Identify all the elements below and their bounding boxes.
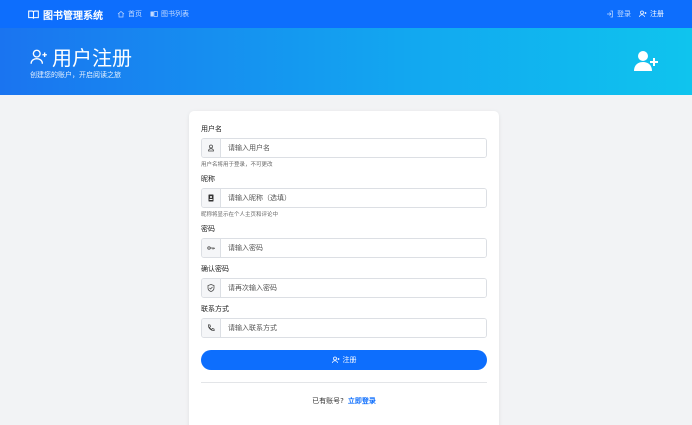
nickname-input-group <box>201 188 487 208</box>
confirm-password-label: 确认密码 <box>201 265 229 273</box>
shield-check-icon <box>207 284 215 292</box>
register-button-label: 注册 <box>342 356 357 364</box>
person-add-icon <box>30 49 47 64</box>
list-icon <box>150 11 158 17</box>
nav-register-label: 注册 <box>650 10 664 18</box>
have-account-text: 已有账号? <box>312 397 344 405</box>
nav-login-link[interactable]: 登录 <box>606 9 631 19</box>
contact-label: 联系方式 <box>201 305 229 313</box>
page-title-text: 用户注册 <box>52 46 132 70</box>
person-add-icon <box>331 356 339 364</box>
register-button[interactable]: 注册 <box>201 350 487 370</box>
nickname-label: 昵称 <box>201 175 215 183</box>
register-card: 用户名 用户名将用于登录，不可更改 昵称 昵称将显示在个人主页和评论中 密码 <box>189 111 499 425</box>
brand[interactable]: 图书管理系统 <box>28 7 103 22</box>
phone-icon <box>208 324 215 331</box>
top-navbar: 图书管理系统 首页 图书列表 登录 注册 <box>0 0 692 28</box>
username-label: 用户名 <box>201 125 222 133</box>
shield-icon-addon <box>202 279 221 297</box>
contact-input[interactable] <box>221 319 486 337</box>
confirm-password-input[interactable] <box>221 279 486 297</box>
page-header: 用户注册 创建您的账户，开启阅读之旅 <box>0 28 692 95</box>
contact-field: 联系方式 <box>201 304 487 338</box>
key-icon <box>207 246 215 250</box>
username-field: 用户名 用户名将用于登录，不可更改 <box>201 124 487 168</box>
brand-name: 图书管理系统 <box>43 10 103 22</box>
id-badge-icon <box>208 194 214 202</box>
nav-home-link[interactable]: 首页 <box>117 9 142 19</box>
nickname-hint: 昵称将显示在个人主页和评论中 <box>201 212 279 218</box>
username-hint: 用户名将用于登录，不可更改 <box>201 162 273 168</box>
page-title: 用户注册 <box>30 42 132 71</box>
password-input[interactable] <box>221 239 486 257</box>
divider <box>201 382 487 383</box>
username-input[interactable] <box>221 139 486 157</box>
confirm-password-input-group <box>201 278 487 298</box>
book-icon <box>28 10 39 19</box>
contact-input-group <box>201 318 487 338</box>
page-subtitle: 创建您的账户，开启阅读之旅 <box>30 71 121 79</box>
nav-home-label: 首页 <box>128 10 142 18</box>
nav-login-label: 登录 <box>617 10 631 18</box>
key-icon-addon <box>202 239 221 257</box>
nav-booklist-link[interactable]: 图书列表 <box>150 9 189 19</box>
phone-icon-addon <box>202 319 221 337</box>
nickname-input[interactable] <box>221 189 486 207</box>
nav-register-link[interactable]: 注册 <box>639 9 664 19</box>
login-icon <box>607 10 613 18</box>
confirm-password-field: 确认密码 <box>201 264 487 298</box>
username-input-group <box>201 138 487 158</box>
password-input-group <box>201 238 487 258</box>
nickname-field: 昵称 昵称将显示在个人主页和评论中 <box>201 174 487 218</box>
person-add-icon <box>639 10 647 18</box>
user-icon <box>208 144 214 152</box>
user-icon-addon <box>202 139 221 157</box>
id-card-icon-addon <box>202 189 221 207</box>
person-add-icon <box>634 51 658 71</box>
login-now-link[interactable]: 立即登录 <box>348 397 376 405</box>
login-prompt: 已有账号? 立即登录 <box>201 396 487 406</box>
password-label: 密码 <box>201 225 215 233</box>
password-field: 密码 <box>201 224 487 258</box>
nav-booklist-label: 图书列表 <box>161 10 189 18</box>
home-icon <box>117 11 125 18</box>
